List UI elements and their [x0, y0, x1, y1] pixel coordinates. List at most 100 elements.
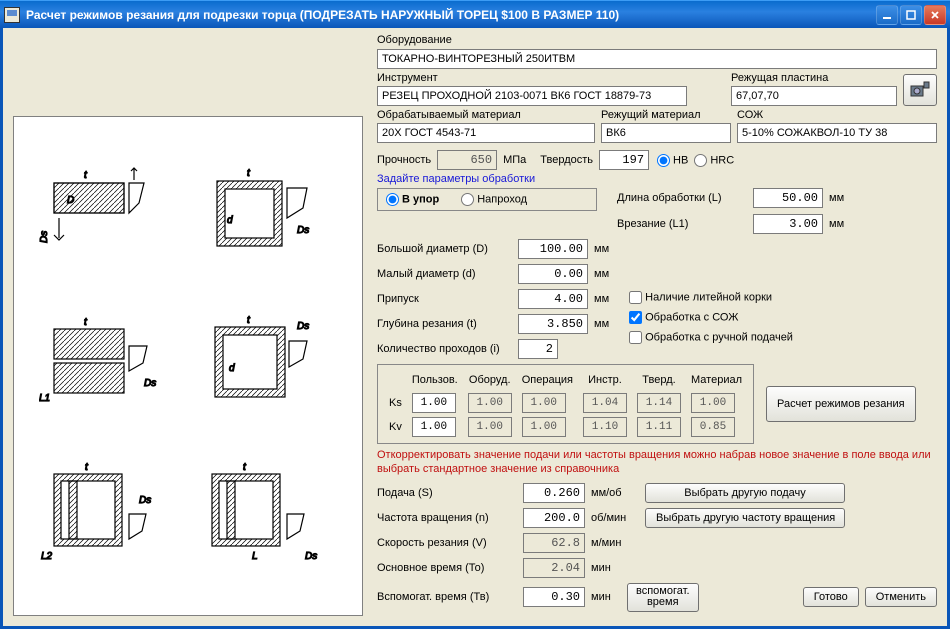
hb-radio-wrap[interactable]: HB: [657, 154, 688, 167]
svg-text:Ds: Ds: [305, 551, 317, 562]
ks-oper: 1.00: [522, 393, 566, 413]
svg-text:t: t: [84, 170, 88, 181]
svg-text:L2: L2: [41, 551, 53, 562]
app-icon: [4, 7, 20, 23]
strength-label: Прочность: [377, 154, 431, 166]
svg-text:t: t: [84, 317, 88, 328]
passes-field[interactable]: 2: [518, 339, 558, 359]
diagram-2: t d Ds: [197, 163, 337, 273]
depth-field[interactable]: 3.850: [518, 314, 588, 334]
bigdia-field[interactable]: 100.00: [518, 239, 588, 259]
hrc-radio[interactable]: [694, 154, 707, 167]
hardness-field[interactable]: 197: [599, 150, 649, 170]
manual-check-wrap[interactable]: Обработка с ручной подачей: [629, 331, 793, 344]
allowance-label: Припуск: [377, 293, 512, 305]
ks-hard: 1.14: [637, 393, 681, 413]
diagram-4: t Ds d: [197, 311, 337, 421]
svg-text:t: t: [247, 168, 251, 179]
cancel-button[interactable]: Отменить: [865, 587, 937, 607]
kv-user[interactable]: 1.00: [412, 417, 456, 437]
speed-field: 62.8: [523, 533, 585, 553]
tmain-field: 2.04: [523, 558, 585, 578]
workmat-label: Обрабатываемый материал: [377, 109, 595, 121]
hrc-radio-wrap[interactable]: HRC: [694, 154, 734, 167]
note-text: Откорректировать значение подачи или час…: [377, 449, 937, 477]
diagram-3: t L1 Ds: [39, 311, 179, 421]
casting-check[interactable]: [629, 291, 642, 304]
svg-text:t: t: [85, 462, 89, 473]
strength-field: 650: [437, 150, 497, 170]
kv-oper: 1.00: [522, 417, 566, 437]
rpm-label: Частота вращения (n): [377, 512, 517, 524]
svg-text:Ds: Ds: [144, 378, 156, 389]
casting-check-wrap[interactable]: Наличие литейной корки: [629, 291, 793, 304]
smalldia-field[interactable]: 0.00: [518, 264, 588, 284]
ks-instr: 1.04: [583, 393, 627, 413]
svg-text:L1: L1: [39, 393, 50, 404]
equipment-label: Оборудование: [377, 34, 937, 46]
taux-field[interactable]: 0.30: [523, 587, 585, 607]
hardness-label: Твердость: [540, 154, 593, 166]
coolant-check[interactable]: [629, 311, 642, 324]
right-pane: Оборудование ТОКАРНО-ВИНТОРЕЗНЫЙ 250ИТВМ…: [373, 28, 947, 626]
svg-text:t: t: [247, 315, 251, 326]
camera-button[interactable]: [903, 74, 937, 106]
svg-text:Ds: Ds: [39, 231, 50, 243]
aux-time-button[interactable]: вспомогат. время: [627, 583, 699, 612]
coolant-check-wrap[interactable]: Обработка с СОЖ: [629, 311, 793, 324]
bigdia-label: Большой диаметр (D): [377, 243, 512, 255]
minimize-button[interactable]: [876, 5, 898, 25]
smalldia-label: Малый диаметр (d): [377, 268, 512, 280]
equipment-field[interactable]: ТОКАРНО-ВИНТОРЕЗНЫЙ 250ИТВМ: [377, 49, 937, 69]
done-button[interactable]: Готово: [803, 587, 859, 607]
feed-field[interactable]: 0.260: [523, 483, 585, 503]
svg-text:Ds: Ds: [139, 495, 151, 506]
sel-rpm-button[interactable]: Выбрать другую частоту вращения: [645, 508, 845, 528]
kv-equip: 1.00: [468, 417, 512, 437]
svg-text:Ds: Ds: [297, 321, 309, 332]
manual-check[interactable]: [629, 331, 642, 344]
params-header: Задайте параметры обработки: [377, 173, 937, 185]
diagram-1: Ds t D: [39, 163, 179, 273]
length-field[interactable]: 50.00: [753, 188, 823, 208]
plunge-field[interactable]: 3.00: [753, 214, 823, 234]
svg-text:L: L: [252, 551, 258, 562]
tmain-label: Основное время (То): [377, 562, 517, 574]
rpm-field[interactable]: 200.0: [523, 508, 585, 528]
insert-label: Режущая пластина: [731, 72, 897, 84]
diagram-5: t Ds L2: [39, 459, 179, 569]
kv-mat: 0.85: [691, 417, 735, 437]
window-title: Расчет режимов резания для подрезки торц…: [26, 8, 876, 22]
close-button[interactable]: [924, 5, 946, 25]
passes-label: Количество проходов (i): [377, 343, 512, 355]
diagram-panel: Ds t D t d Ds: [13, 116, 363, 616]
vupor-radio-wrap[interactable]: В упор: [386, 193, 439, 206]
depth-label: Глубина резания (t): [377, 318, 512, 330]
insert-field[interactable]: 67,07,70: [731, 86, 897, 106]
tool-label: Инструмент: [377, 72, 725, 84]
svg-text:D: D: [67, 195, 74, 206]
allowance-field[interactable]: 4.00: [518, 289, 588, 309]
vupor-radio[interactable]: [386, 193, 399, 206]
hb-radio[interactable]: [657, 154, 670, 167]
titlebar: Расчет режимов резания для подрезки торц…: [0, 0, 950, 28]
naprohod-radio-wrap[interactable]: Напроход: [461, 193, 527, 206]
left-pane: Ds t D t d Ds: [3, 28, 373, 626]
svg-text:d: d: [227, 215, 233, 226]
ks-user[interactable]: 1.00: [412, 393, 456, 413]
svg-text:t: t: [243, 462, 247, 473]
coeff-panel: Пользов. Оборуд. Операция Инстр. Тверд. …: [377, 364, 754, 444]
workmat-field[interactable]: 20Х ГОСТ 4543-71: [377, 123, 595, 143]
kv-instr: 1.10: [583, 417, 627, 437]
sel-feed-button[interactable]: Выбрать другую подачу: [645, 483, 845, 503]
cutmat-field[interactable]: ВК6: [601, 123, 731, 143]
maximize-button[interactable]: [900, 5, 922, 25]
length-label: Длина обработки (L): [617, 192, 747, 204]
cutmat-label: Режущий материал: [601, 109, 731, 121]
naprohod-radio[interactable]: [461, 193, 474, 206]
strength-unit: МПа: [503, 154, 526, 166]
tool-field[interactable]: РЕЗЕЦ ПРОХОДНОЙ 2103-0071 ВК6 ГОСТ 18879…: [377, 86, 687, 106]
calc-button[interactable]: Расчет режимов резания: [766, 386, 916, 422]
coolant-field[interactable]: 5-10% СОЖАКВОЛ-10 ТУ 38: [737, 123, 937, 143]
coeff-table: Пользов. Оборуд. Операция Инстр. Тверд. …: [384, 369, 747, 439]
